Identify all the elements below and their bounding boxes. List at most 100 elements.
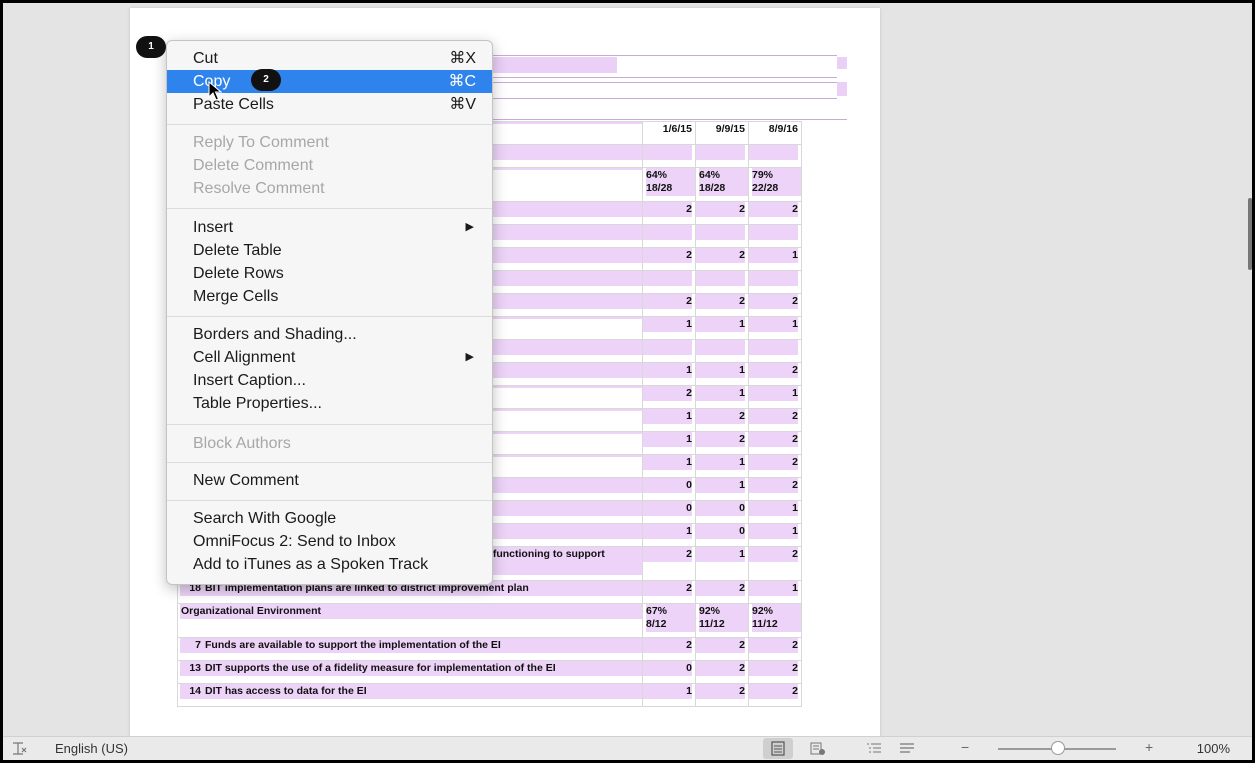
menu-item-borders-and-shading[interactable]: Borders and Shading...: [167, 323, 492, 346]
draft-view-icon[interactable]: [899, 742, 915, 756]
score-cell[interactable]: 1: [642, 683, 696, 707]
menu-item-delete-rows[interactable]: Delete Rows: [167, 262, 492, 285]
menu-item-insert-caption[interactable]: Insert Caption...: [167, 369, 492, 392]
vertical-scrollbar[interactable]: [1248, 198, 1252, 270]
menu-item-table-properties[interactable]: Table Properties...: [167, 392, 492, 415]
score-cell[interactable]: 1: [695, 316, 749, 340]
date-header-cell[interactable]: 1/6/15: [642, 121, 696, 145]
score-cell[interactable]: [695, 224, 749, 248]
score-cell[interactable]: 1: [642, 408, 696, 432]
score-cell[interactable]: [748, 144, 802, 168]
section-score-cell[interactable]: 67% 8/12: [642, 603, 696, 638]
score-cell[interactable]: 1: [695, 477, 749, 501]
table-row[interactable]: 7 Funds are available to support the impl…: [177, 637, 802, 661]
score-cell[interactable]: 2: [695, 580, 749, 604]
score-cell[interactable]: [748, 270, 802, 294]
score-cell[interactable]: 1: [748, 247, 802, 271]
score-cell[interactable]: 1: [642, 362, 696, 386]
score-cell[interactable]: 0: [695, 500, 749, 524]
score-cell[interactable]: 2: [695, 247, 749, 271]
zoom-in-button[interactable]: +: [1145, 739, 1153, 755]
score-cell[interactable]: 2: [642, 546, 696, 581]
score-cell[interactable]: [642, 144, 696, 168]
score-cell[interactable]: 2: [695, 408, 749, 432]
score-cell[interactable]: 2: [748, 293, 802, 317]
score-cell[interactable]: 1: [695, 385, 749, 409]
score-cell[interactable]: 2: [642, 637, 696, 661]
score-cell[interactable]: 0: [642, 660, 696, 684]
score-cell[interactable]: [748, 224, 802, 248]
score-cell[interactable]: 2: [748, 408, 802, 432]
score-cell[interactable]: 2: [748, 201, 802, 225]
table-row[interactable]: 14 DIT has access to data for the EI 1 2 2: [177, 683, 802, 707]
score-cell[interactable]: 2: [695, 637, 749, 661]
table-cell-label[interactable]: Organizational Environment: [177, 603, 643, 638]
menu-item-insert[interactable]: Insert ▶: [167, 216, 492, 239]
menu-item-search-with-google[interactable]: Search With Google: [167, 507, 492, 530]
score-cell[interactable]: 2: [695, 660, 749, 684]
score-cell[interactable]: 2: [642, 580, 696, 604]
section-score-cell[interactable]: 92% 11/12: [748, 603, 802, 638]
table-cell-label[interactable]: 13 DIT supports the use of a fidelity mea…: [177, 660, 643, 684]
menu-item-new-comment[interactable]: New Comment: [167, 469, 492, 492]
score-cell[interactable]: 1: [695, 362, 749, 386]
language-label[interactable]: English (US): [55, 741, 128, 756]
score-cell[interactable]: 2: [748, 546, 802, 581]
print-layout-view-button[interactable]: [763, 738, 793, 759]
score-cell[interactable]: 2: [695, 683, 749, 707]
score-cell[interactable]: 1: [748, 385, 802, 409]
score-cell[interactable]: 1: [748, 500, 802, 524]
score-cell[interactable]: 1: [748, 316, 802, 340]
table-row[interactable]: 13 DIT supports the use of a fidelity mea…: [177, 660, 802, 684]
section-score-cell[interactable]: 64% 18/28: [695, 167, 749, 202]
menu-item-cut[interactable]: Cut ⌘X: [167, 47, 492, 70]
outline-view-icon[interactable]: [866, 742, 882, 756]
score-cell[interactable]: 2: [642, 385, 696, 409]
score-cell[interactable]: 0: [642, 500, 696, 524]
date-header-cell[interactable]: 8/9/16: [748, 121, 802, 145]
score-cell[interactable]: 1: [748, 523, 802, 547]
score-cell[interactable]: 2: [748, 637, 802, 661]
menu-item-delete-table[interactable]: Delete Table: [167, 239, 492, 262]
menu-item-merge-cells[interactable]: Merge Cells: [167, 285, 492, 308]
section-score-cell[interactable]: 92% 11/12: [695, 603, 749, 638]
score-cell[interactable]: 1: [695, 454, 749, 478]
score-cell[interactable]: [695, 339, 749, 363]
score-cell[interactable]: 0: [695, 523, 749, 547]
score-cell[interactable]: [642, 270, 696, 294]
zoom-percentage[interactable]: 100%: [1197, 741, 1230, 756]
score-cell[interactable]: 2: [748, 683, 802, 707]
menu-item-omnifocus-send-to-inbox[interactable]: OmniFocus 2: Send to Inbox: [167, 530, 492, 553]
menu-item-cell-alignment[interactable]: Cell Alignment ▶: [167, 346, 492, 369]
score-cell[interactable]: 2: [695, 293, 749, 317]
score-cell[interactable]: 2: [642, 201, 696, 225]
table-cell-label[interactable]: 14 DIT has access to data for the EI: [177, 683, 643, 707]
score-cell[interactable]: 2: [642, 247, 696, 271]
section-score-cell[interactable]: 79% 22/28: [748, 167, 802, 202]
table-row[interactable]: Organizational Environment 67% 8/12 92% 11/1…: [177, 603, 802, 638]
score-cell[interactable]: 2: [695, 201, 749, 225]
score-cell[interactable]: [642, 224, 696, 248]
score-cell[interactable]: [695, 144, 749, 168]
web-layout-icon[interactable]: [810, 742, 826, 756]
score-cell[interactable]: [695, 270, 749, 294]
section-score-cell[interactable]: 64% 18/28: [642, 167, 696, 202]
score-cell[interactable]: 2: [748, 660, 802, 684]
score-cell[interactable]: 2: [748, 454, 802, 478]
zoom-slider-handle[interactable]: [1051, 741, 1065, 755]
score-cell[interactable]: 2: [748, 431, 802, 455]
proofing-icon[interactable]: [11, 741, 27, 756]
table-cell-label[interactable]: 7 Funds are available to support the impl…: [177, 637, 643, 661]
score-cell[interactable]: 1: [642, 316, 696, 340]
score-cell[interactable]: [748, 339, 802, 363]
score-cell[interactable]: 1: [642, 454, 696, 478]
zoom-out-button[interactable]: −: [961, 739, 969, 755]
score-cell[interactable]: 1: [642, 523, 696, 547]
score-cell[interactable]: 0: [642, 477, 696, 501]
score-cell[interactable]: 2: [642, 293, 696, 317]
score-cell[interactable]: 1: [642, 431, 696, 455]
menu-item-add-to-itunes[interactable]: Add to iTunes as a Spoken Track: [167, 553, 492, 576]
score-cell[interactable]: [642, 339, 696, 363]
date-header-cell[interactable]: 9/9/15: [695, 121, 749, 145]
score-cell[interactable]: 1: [748, 580, 802, 604]
